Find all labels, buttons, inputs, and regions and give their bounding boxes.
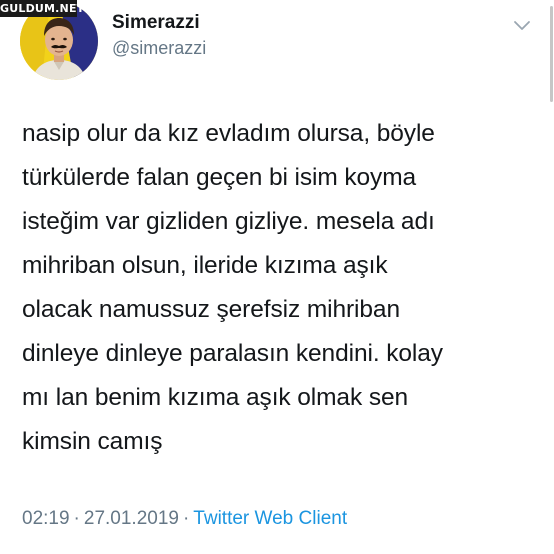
tweet-line: nasip olur da kız evladım olursa, böyle bbox=[22, 120, 435, 147]
scrollbar-thumb[interactable] bbox=[550, 6, 553, 102]
tweet-line: türkülerde falan geçen bi isim koyma bbox=[22, 164, 417, 191]
meta-separator: · bbox=[73, 508, 80, 529]
tweet-text: nasip olur da kız evladım olursa, böyle … bbox=[22, 112, 542, 464]
meta-separator: · bbox=[182, 508, 190, 529]
scrollbar[interactable] bbox=[548, 0, 554, 112]
tweet-line: kimsin camış bbox=[22, 428, 163, 455]
author-display-name[interactable]: Simerazzi bbox=[112, 12, 200, 34]
author-handle[interactable]: @simerazzi bbox=[112, 38, 206, 59]
site-watermark: GULDUM.NET bbox=[0, 0, 85, 17]
tweet-metadata: 02:19 · 27.01.2019 · Twitter Web Client bbox=[22, 508, 347, 530]
tweet-time[interactable]: 02:19 bbox=[22, 508, 70, 529]
tweet-line: isteğim var gizliden gizliye. mesela adı bbox=[22, 208, 435, 235]
tweet-line: mihriban olsun, ileride kızıma aşık bbox=[22, 252, 388, 279]
tweet-line: dinleye dinleye paralasın kendini. kolay bbox=[22, 340, 443, 367]
tweet-line: olacak namussuz şerefsiz mihriban bbox=[22, 296, 400, 323]
tweet-line: mı lan benim kızıma aşık olmak sen bbox=[22, 384, 409, 411]
tweet-client-link[interactable]: Twitter Web Client bbox=[193, 508, 347, 529]
tweet-date[interactable]: 27.01.2019 bbox=[84, 508, 179, 529]
chevron-down-icon[interactable] bbox=[512, 19, 532, 33]
